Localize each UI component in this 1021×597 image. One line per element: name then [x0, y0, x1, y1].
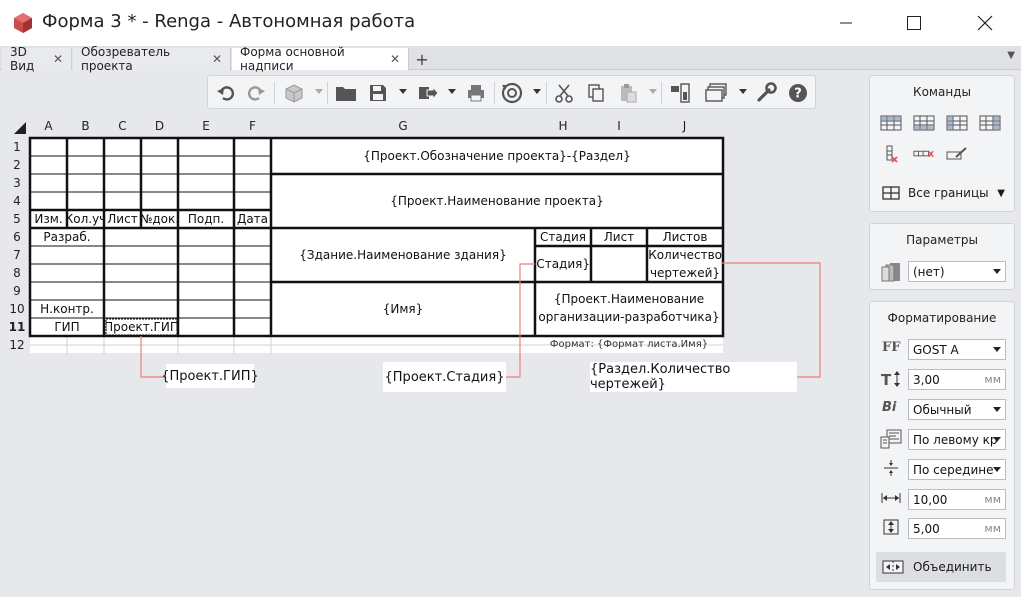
callout-proekt-stadiya: {Проект.Стадия}	[383, 362, 506, 392]
cell-izm[interactable]: Изм.	[30, 210, 67, 228]
font-style-icon: Bi	[882, 400, 897, 415]
table-insert-row-below-icon	[913, 115, 935, 131]
cell-razdel-kolvo-line1[interactable]: {Раздел.Количество	[648, 246, 722, 264]
vertical-align-value: По середине	[913, 462, 994, 477]
cell-height-value: 5,00	[913, 521, 940, 536]
cell-n-kontr[interactable]: Н.контр.	[30, 300, 104, 318]
cell-razrab[interactable]: Разраб.	[30, 228, 104, 246]
chevron-down-icon	[993, 437, 1001, 442]
parameters-panel-title: Параметры	[906, 233, 978, 247]
unit-label: мм	[984, 522, 1001, 535]
cell-proekt-gip[interactable]: {Проект.ГИП}	[106, 319, 177, 335]
cell-kol-uch[interactable]: Кол.уч	[67, 210, 104, 228]
merge-cells-button[interactable]: Объединить	[876, 552, 1006, 582]
insert-row-above-button[interactable]	[880, 114, 902, 132]
cell-list-h[interactable]: Лист	[591, 228, 647, 246]
font-style-value: Обычный	[913, 402, 972, 417]
callout-razdel-kolvo: {Раздел.Количество чертежей}	[590, 362, 797, 392]
cell-height-field[interactable]: 5,00 мм	[908, 518, 1006, 539]
merge-cells-label: Объединить	[913, 560, 992, 574]
horizontal-align-icon	[880, 429, 902, 449]
cell-org-line1[interactable]: {Проект.Наименование	[535, 290, 723, 308]
cell-data[interactable]: Дата	[234, 210, 271, 228]
delete-column-icon	[886, 145, 898, 163]
merge-cells-icon	[882, 560, 904, 574]
parameter-icon	[880, 261, 902, 283]
cell-proekt-oboznachenie[interactable]: {Проект.Обозначение проекта}-{Раздел}	[271, 138, 723, 174]
font-size-value: 3,00	[913, 372, 940, 387]
borders-dropdown-label[interactable]: Все границы	[908, 186, 989, 200]
cell-width-field[interactable]: 10,00 мм	[908, 489, 1006, 510]
cell-proekt-stadiya[interactable]: {Проект.Стадия}	[536, 246, 590, 282]
cell-org-line2[interactable]: организации-разработчика}	[535, 308, 723, 326]
cell-width-icon	[880, 489, 902, 507]
table-insert-column-icon	[946, 115, 968, 131]
cell-listov[interactable]: Листов	[647, 228, 723, 246]
align-middle-icon	[884, 460, 898, 476]
horizontal-align-select[interactable]: По левому кр	[908, 429, 1006, 450]
all-borders-icon	[882, 186, 900, 200]
parameter-stack-icon	[881, 263, 900, 282]
commands-panel: Команды Все границы ▼	[869, 75, 1015, 212]
horizontal-align-value: По левому кр	[913, 432, 998, 447]
font-size-field[interactable]: 3,00 мм	[908, 369, 1006, 390]
cell-n-dok[interactable]: №док.	[141, 210, 178, 228]
cell-height-icon	[880, 518, 902, 536]
delete-column-button[interactable]	[880, 145, 902, 163]
formatting-panel-title: Форматирование	[887, 311, 997, 325]
align-left-icon	[880, 429, 902, 449]
font-family-icon: FF	[882, 340, 901, 355]
edit-pencil-icon	[946, 147, 967, 160]
cell-format[interactable]: Формат: {Формат листа.Имя}	[535, 337, 723, 353]
cell-gip[interactable]: ГИП	[30, 318, 104, 336]
table-insert-row-icon	[880, 115, 902, 131]
height-arrows-icon	[883, 519, 899, 535]
chevron-down-icon	[993, 467, 1001, 472]
cell-stadiya[interactable]: Стадия	[535, 228, 591, 246]
vertical-align-select[interactable]: По середине	[908, 459, 1006, 480]
borders-icon	[880, 184, 902, 202]
chevron-down-icon	[993, 269, 1001, 274]
parameter-select[interactable]: (нет)	[908, 261, 1006, 282]
cell-zdanie-naimenovanie[interactable]: {Здание.Наименование здания}	[271, 228, 535, 282]
parameters-panel: Параметры (нет)	[869, 223, 1015, 290]
cell-imya[interactable]: {Имя}	[271, 282, 535, 336]
commands-panel-title: Команды	[913, 85, 971, 99]
insert-column-right-button[interactable]	[979, 114, 1001, 132]
delete-row-button[interactable]	[913, 145, 935, 163]
unit-label: мм	[984, 493, 1001, 506]
cell-list[interactable]: Лист	[104, 210, 141, 228]
insert-column-left-button[interactable]	[946, 114, 968, 132]
table-insert-column-right-icon	[979, 115, 1001, 131]
font-size-icon: T	[880, 370, 902, 388]
font-family-select[interactable]: GOST A	[908, 339, 1006, 360]
vertical-align-icon	[880, 459, 902, 477]
cell-proekt-naimenovanie[interactable]: {Проект.Наименование проекта}	[271, 174, 723, 228]
chevron-down-icon	[993, 407, 1001, 412]
borders-dropdown-arrow-icon[interactable]: ▼	[997, 188, 1005, 199]
edit-cell-button[interactable]	[946, 145, 968, 163]
cell-podp[interactable]: Подп.	[178, 210, 234, 228]
svg-text:T: T	[881, 371, 892, 388]
delete-row-icon	[913, 150, 934, 158]
formatting-panel: Форматирование FF GOST A T 3,00 мм Bi Обы…	[869, 301, 1015, 590]
font-style-select[interactable]: Обычный	[908, 399, 1006, 420]
callout-proekt-gip: {Проект.ГИП}	[161, 364, 259, 388]
parameter-select-value: (нет)	[913, 264, 945, 279]
cell-width-value: 10,00	[913, 492, 948, 507]
chevron-down-icon	[993, 347, 1001, 352]
unit-label: мм	[984, 373, 1001, 386]
insert-row-below-button[interactable]	[913, 114, 935, 132]
font-family-value: GOST A	[913, 342, 959, 357]
width-arrows-icon	[881, 493, 901, 503]
cell-razdel-kolvo-line2[interactable]: чертежей}	[648, 264, 722, 282]
text-height-icon: T	[881, 371, 900, 388]
